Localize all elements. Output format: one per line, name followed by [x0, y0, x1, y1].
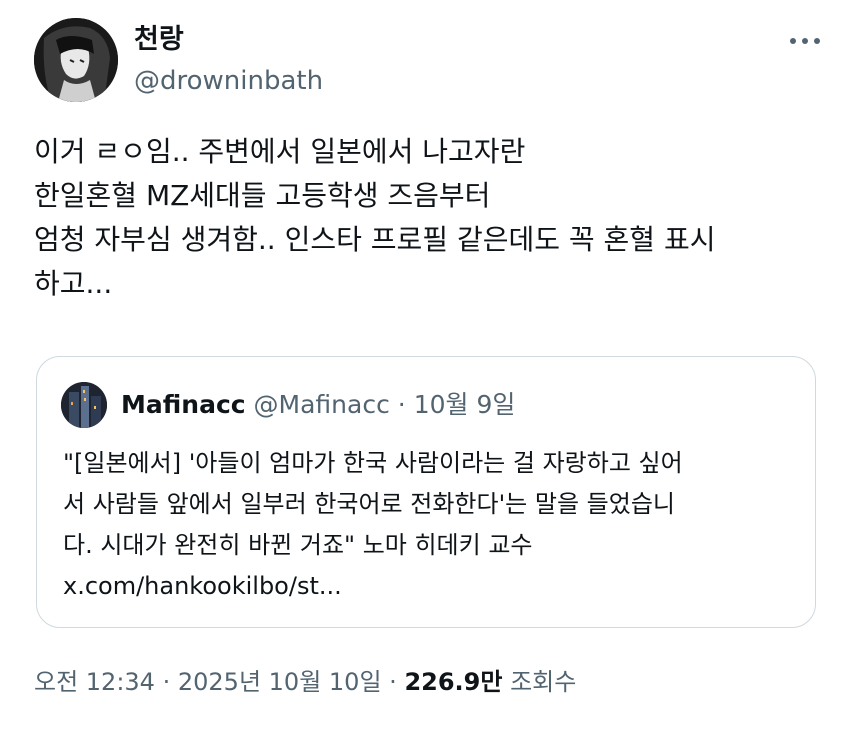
author-handle[interactable]: @drowninbath — [134, 64, 323, 98]
more-options-button[interactable] — [782, 26, 828, 56]
quoted-link[interactable]: x.com/hankookilbo/st... — [63, 566, 803, 607]
quoted-tweet-card[interactable]: Mafinacc @Mafinacc · 10월 9일 "[일본에서] '아들이… — [36, 356, 816, 628]
tweet-text-line: 이거 ㄹㅇ임.. 주변에서 일본에서 나고자란 — [34, 135, 526, 168]
tweet-text-line: 하고... — [34, 267, 113, 300]
tweet-time[interactable]: 오전 12:34 — [34, 668, 155, 696]
views-count[interactable]: 226.9만 — [404, 668, 502, 696]
quoted-author-avatar[interactable] — [61, 382, 107, 428]
views-label: 조회수 — [510, 668, 577, 696]
quoted-date[interactable]: 10월 9일 — [414, 390, 516, 419]
quoted-handle[interactable]: @Mafinacc — [254, 390, 390, 419]
quoted-display-name[interactable]: Mafinacc — [121, 390, 246, 419]
quoted-text-line: 다. 시대가 완전히 바뀐 거죠" 노마 히데키 교수 — [63, 531, 533, 559]
quoted-tweet-header: Mafinacc @Mafinacc · 10월 9일 — [121, 387, 515, 423]
tweet-text-line: 엄청 자부심 생겨함.. 인스타 프로필 같은데도 꼭 혼혈 표시 — [34, 223, 716, 256]
quoted-tweet-text: "[일본에서] '아들이 엄마가 한국 사람이라는 걸 자랑하고 싶어 서 사람… — [63, 443, 803, 607]
quoted-separator: · — [397, 390, 406, 419]
tweet-text: 이거 ㄹㅇ임.. 주변에서 일본에서 나고자란 한일혼혈 MZ세대들 고등학생 … — [34, 130, 824, 306]
tweet: 천랑 @drowninbath 이거 ㄹㅇ임.. 주변에서 일본에서 나고자란 … — [0, 0, 854, 729]
quoted-text-line: 서 사람들 앞에서 일부러 한국어로 전화한다'는 말을 들었습니 — [63, 490, 675, 518]
tweet-text-line: 한일혼혈 MZ세대들 고등학생 즈음부터 — [34, 179, 491, 212]
author-avatar[interactable] — [34, 18, 118, 102]
quoted-text-line: "[일본에서] '아들이 엄마가 한국 사람이라는 걸 자랑하고 싶어 — [63, 449, 683, 477]
tweet-footer: 오전 12:34 · 2025년 10월 10일 · 226.9만 조회수 — [34, 662, 576, 702]
footer-separator: · — [162, 668, 171, 696]
footer-separator: · — [389, 668, 397, 696]
avatar-image — [34, 18, 118, 102]
author-display-name[interactable]: 천랑 — [134, 22, 184, 58]
quoted-avatar-image — [61, 382, 107, 428]
more-horizontal-icon — [790, 38, 820, 44]
tweet-date[interactable]: 2025년 10월 10일 — [178, 668, 382, 696]
